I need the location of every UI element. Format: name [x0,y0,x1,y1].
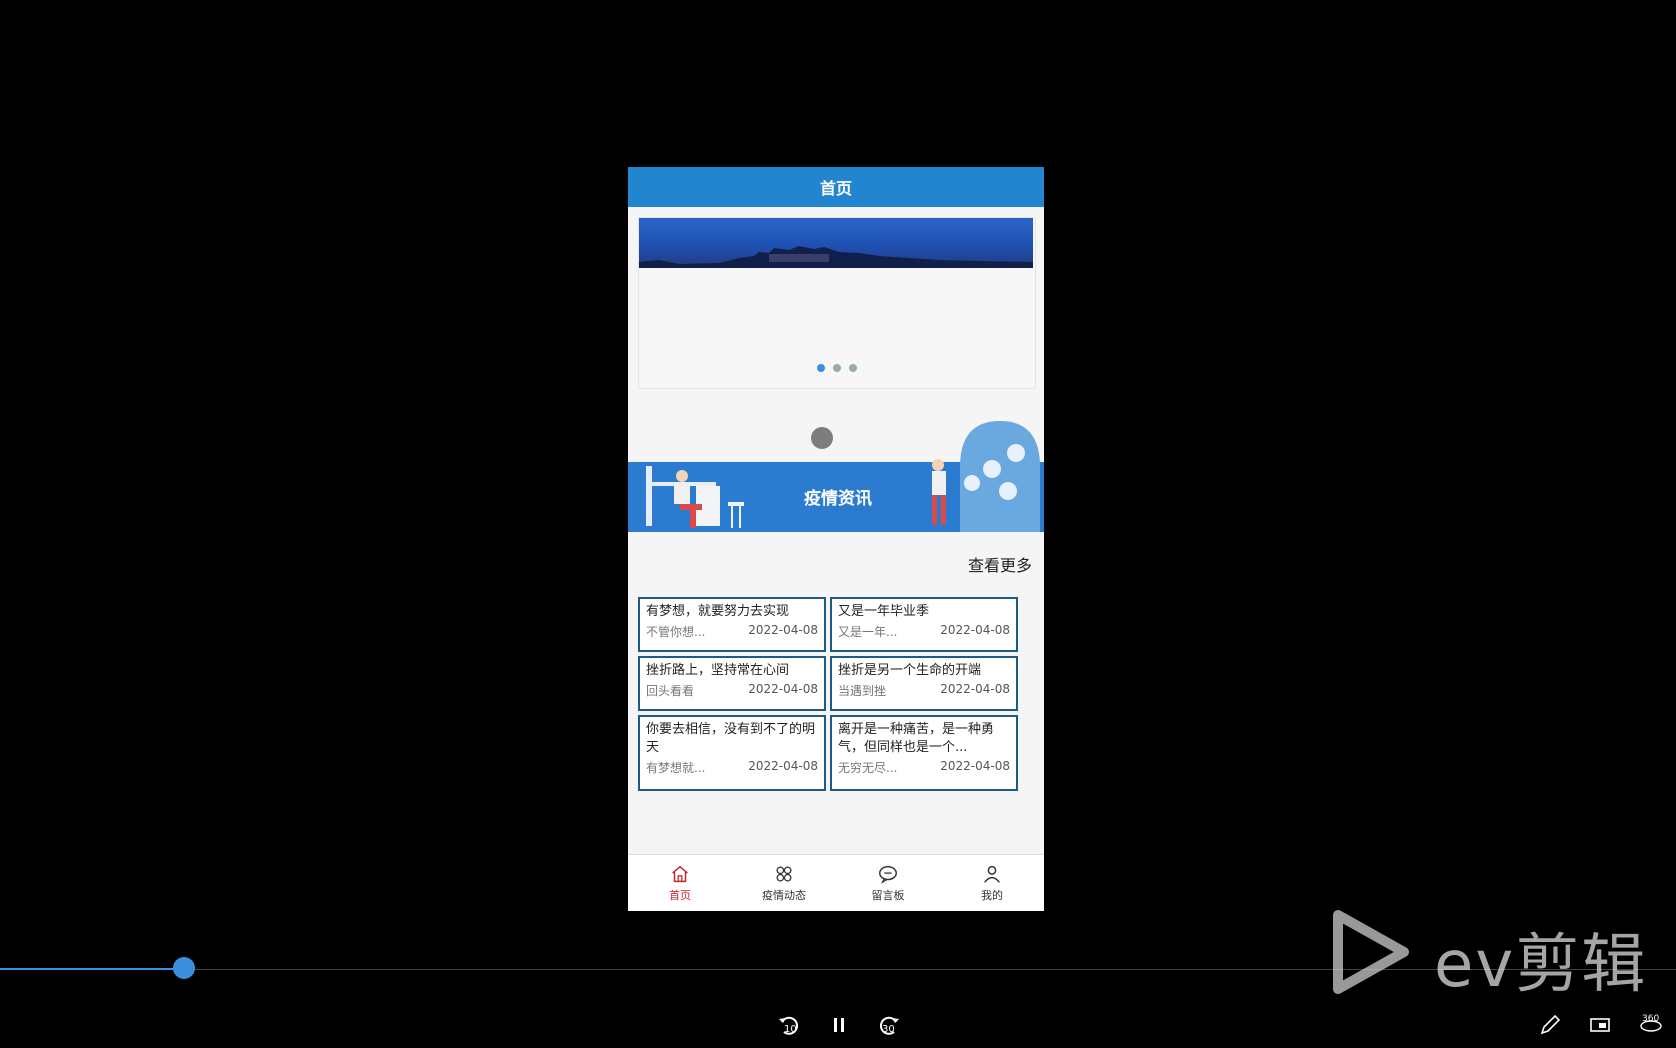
news-summary: 回头看看 [646,684,695,698]
pause-button[interactable] [826,1010,852,1040]
screen-icon [1590,1018,1610,1032]
phone-screen: 首页 疫情资讯 查看更多 有梦想，就要努力去实现 不管你想... 2022-04… [628,167,1044,911]
watermark-text: ev剪辑 [1434,928,1648,1002]
carousel-dot[interactable] [817,364,825,372]
grid-icon [776,866,792,882]
vr-360-button[interactable]: 360 [1634,1010,1668,1040]
news-date: 2022-04-08 [748,682,818,696]
news-date: 2022-04-08 [940,759,1010,773]
tab-chat[interactable]: 留言板 [836,855,940,911]
tab-user[interactable]: 我的 [940,855,1044,911]
news-card[interactable]: 有梦想，就要努力去实现 不管你想... 2022-04-08 [638,597,826,652]
vr-label: 360 [1642,1014,1660,1024]
news-title: 离开是一种痛苦，是一种勇气，但同样也是一个... [838,722,995,755]
news-date: 2022-04-08 [748,623,818,637]
news-title: 又是一年毕业季 [838,604,930,619]
news-card[interactable]: 你要去相信，没有到不了的明天有梦想就... 2022-04-08 [638,715,826,791]
news-title: 有梦想，就要努力去实现 [646,604,790,619]
carousel-dot[interactable] [849,364,857,372]
tab-label: 疫情动态 [762,889,806,902]
forward-seconds: 30 [882,1024,895,1035]
page-title: 首页 [819,179,852,198]
tab-grid[interactable]: 疫情动态 [732,855,836,911]
loading-indicator [811,427,833,449]
section-banner: 疫情资讯 [628,421,1044,532]
user-icon [984,865,1000,883]
news-meta: 不管你想... 2022-04-08 [646,623,818,640]
news-meta: 无穷无尽... 2022-04-08 [838,759,1010,776]
carousel-dot[interactable] [833,364,841,372]
tab-home[interactable]: 首页 [628,855,732,911]
bottom-tab-bar: 首页 疫情动态 留言板 我的 [628,854,1044,911]
edit-button[interactable] [1536,1010,1564,1040]
news-date: 2022-04-08 [748,759,818,773]
play-logo-icon [1333,910,1409,994]
banner-image [639,218,1033,268]
news-summary: 无穷无尽... [838,761,898,775]
virus-illustration [932,421,1040,532]
tab-label: 我的 [981,889,1003,902]
news-card[interactable]: 又是一年毕业季 又是一年... 2022-04-08 [830,597,1018,652]
watermark: ev剪辑 [1328,905,1676,1002]
home-icon [672,865,688,883]
news-title: 挫折路上，坚持常在心间 [646,663,790,678]
skyline-illustration [639,246,1033,268]
news-summary: 当遇到挫 [838,684,887,698]
pencil-icon [1540,1014,1561,1035]
news-date: 2022-04-08 [940,682,1010,696]
news-title: 挫折是另一个生命的开端 [838,663,982,678]
header-bar: 首页 [628,167,1044,207]
news-card[interactable]: 离开是一种痛苦，是一种勇气，但同样也是一个... 无穷无尽... 2022-04-0… [830,715,1018,791]
news-card[interactable]: 挫折路上，坚持常在心间 回头看看 2022-04-08 [638,656,826,711]
progress-knob[interactable] [173,957,195,979]
news-meta: 当遇到挫 2022-04-08 [838,682,1010,699]
news-meta: 又是一年... 2022-04-08 [838,623,1010,640]
news-summary: 有梦想就... [646,761,706,775]
desk-worker-illustration [646,466,744,528]
player-controls: 10 30 360 [0,1010,1676,1040]
tab-label: 首页 [669,889,691,902]
news-summary: 又是一年... [838,625,898,639]
chat-icon [879,865,897,884]
news-meta: 有梦想就... 2022-04-08 [646,759,818,776]
news-card[interactable]: 挫折是另一个生命的开端 当遇到挫 2022-04-08 [830,656,1018,711]
pause-icon [834,1018,844,1032]
carousel-dots [639,364,1035,372]
section-title: 疫情资讯 [804,489,872,509]
screen-mode-button[interactable] [1586,1010,1614,1040]
news-meta: 回头看看 2022-04-08 [646,682,818,699]
banner-carousel[interactable] [638,217,1036,389]
news-date: 2022-04-08 [940,623,1010,637]
news-title: 你要去相信，没有到不了的明天 [646,722,816,755]
rewind-seconds: 10 [784,1024,797,1035]
news-summary: 不管你想... [646,625,706,639]
progress-fill [0,968,184,970]
tab-label: 留言板 [871,889,905,902]
news-grid: 有梦想，就要努力去实现 不管你想... 2022-04-08 又是一年毕业季 又是一年.… [638,597,1018,791]
view-more-link[interactable]: 查看更多 [968,552,1032,576]
